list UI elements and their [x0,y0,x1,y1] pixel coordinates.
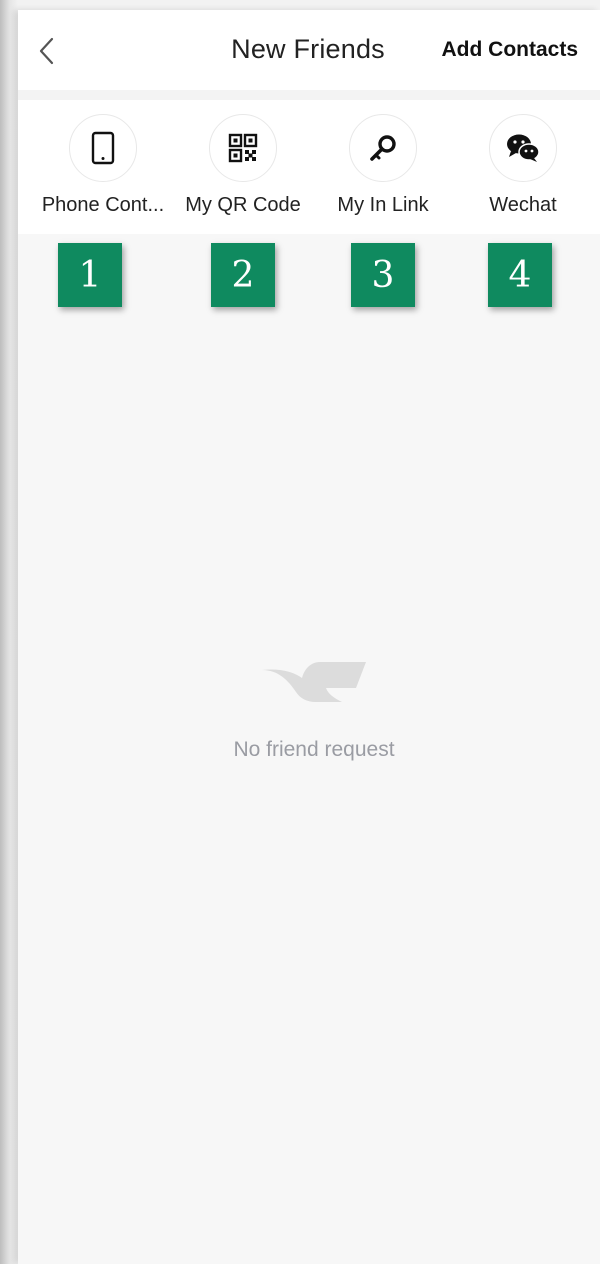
shortcut-bar: Phone Cont... My QR Code My In Link Wech… [18,100,600,234]
qr-code-icon [209,114,277,182]
bird-logo-icon [260,662,368,706]
wechat-shortcut[interactable]: Wechat [453,114,593,224]
shortcut-label: Wechat [489,194,557,216]
device-frame: New Friends Add Contacts Phone Cont... M… [0,0,600,1264]
shortcut-label: My QR Code [185,194,301,216]
app-screen: New Friends Add Contacts Phone Cont... M… [18,10,600,1264]
shortcut-label: Phone Cont... [41,194,165,216]
page-title: New Friends [231,34,385,64]
divider [18,90,600,100]
annotation-badge-3: 3 [351,243,415,307]
qr-code-shortcut[interactable]: My QR Code [173,114,313,224]
empty-state-message: No friend request [233,738,395,761]
key-link-icon [349,114,417,182]
shortcut-label: My In Link [337,194,429,216]
top-bar: New Friends Add Contacts [18,10,600,90]
phone-contacts-shortcut[interactable]: Phone Cont... [33,114,173,224]
chevron-left-icon[interactable] [36,36,58,66]
wechat-icon [489,114,557,182]
annotation-badge-4: 4 [488,243,552,307]
annotation-badge-1: 1 [58,243,122,307]
phone-icon [69,114,137,182]
annotation-badge-2: 2 [211,243,275,307]
add-contacts-button[interactable]: Add Contacts [442,38,579,62]
in-link-shortcut[interactable]: My In Link [313,114,453,224]
